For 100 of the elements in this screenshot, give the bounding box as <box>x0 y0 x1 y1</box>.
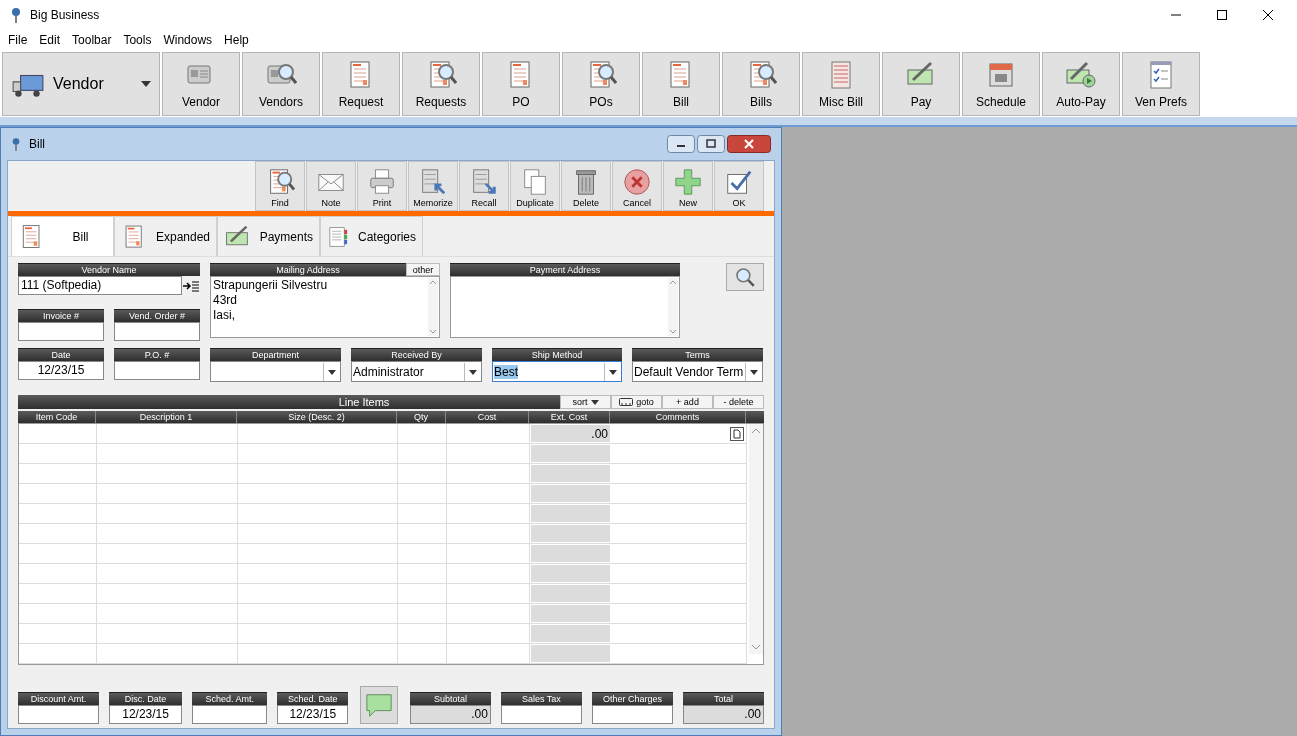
dropdown-field[interactable]: Best <box>492 361 622 382</box>
toolbar-button[interactable]: Bills <box>722 52 800 116</box>
action-button[interactable]: Cancel <box>612 161 662 211</box>
input-field[interactable]: .00 <box>409 705 491 724</box>
field-label: Mailing Address <box>210 263 406 276</box>
field-label: Ship Method <box>492 348 622 361</box>
toolbar-button[interactable]: Ven Prefs <box>1122 52 1200 116</box>
section-title: Line Items <box>337 396 391 408</box>
check-play-icon <box>1065 59 1097 91</box>
mailing-address-field[interactable]: Strapungerii Silvestru 43rd Iasi, <box>210 276 440 338</box>
input-field[interactable] <box>114 361 200 380</box>
vendor-dropdown[interactable]: Vendor <box>2 52 160 116</box>
field-label: Payment Address <box>450 263 680 276</box>
menu-item[interactable]: Help <box>224 33 249 47</box>
action-button[interactable]: OK <box>714 161 764 211</box>
input-field[interactable] <box>18 705 99 724</box>
input-field[interactable] <box>114 322 200 341</box>
action-button[interactable]: Find <box>255 161 305 211</box>
field-label: Other Charges <box>591 692 673 705</box>
field-label: Total <box>682 692 764 705</box>
toolbar-button[interactable]: PO <box>482 52 560 116</box>
action-button[interactable]: Duplicate <box>510 161 560 211</box>
dropdown-field[interactable] <box>210 361 341 382</box>
tab[interactable]: Bill <box>11 216 114 256</box>
payment-address-field[interactable] <box>450 276 680 338</box>
scrollbar-arrows-icon <box>428 278 438 336</box>
field-label: Received By <box>351 348 482 361</box>
tab[interactable]: Categories <box>320 216 423 256</box>
comment-button[interactable] <box>360 686 398 724</box>
field-label: Sales Tax <box>500 692 582 705</box>
close-icon[interactable] <box>1263 10 1273 20</box>
toolbar-button[interactable]: POs <box>562 52 640 116</box>
dropdown-field[interactable]: Administrator <box>351 361 482 382</box>
field-label: Date <box>18 348 104 361</box>
toolbar-button[interactable]: Bill <box>642 52 720 116</box>
menu-item[interactable]: Windows <box>163 33 213 47</box>
lookup-icon[interactable] <box>182 279 200 292</box>
input-field[interactable]: 12/23/15 <box>109 705 183 724</box>
minimize-icon[interactable] <box>667 135 695 153</box>
speech-bubble-icon <box>364 691 395 719</box>
input-field[interactable] <box>591 705 673 724</box>
goto-button[interactable]: goto <box>611 395 662 409</box>
field-label: Sched. Date <box>277 692 349 705</box>
caret-icon <box>141 81 151 87</box>
pin-icon <box>10 7 22 23</box>
line-item-button[interactable]: + add <box>662 395 713 409</box>
action-button[interactable]: New <box>663 161 713 211</box>
menu-item[interactable]: File <box>8 33 28 47</box>
menu-item[interactable]: Edit <box>39 33 61 47</box>
tab[interactable]: Expanded <box>114 216 217 256</box>
input-field[interactable]: 12/23/15 <box>18 361 104 380</box>
toolbar-button[interactable]: Misc Bill <box>802 52 880 116</box>
action-button[interactable]: Delete <box>561 161 611 211</box>
input-field[interactable] <box>500 705 582 724</box>
field-label: Vend. Order # <box>114 309 200 322</box>
cancel-icon <box>622 167 652 197</box>
toolbar-button[interactable]: Vendor <box>162 52 240 116</box>
menu-item[interactable]: Toolbar <box>72 33 112 47</box>
field-label: Discount Amt. <box>18 692 99 705</box>
toolbar-button[interactable]: Pay <box>882 52 960 116</box>
toolbar-button[interactable]: Auto-Pay <box>1042 52 1120 116</box>
tab[interactable]: Payments <box>217 216 320 256</box>
input-field[interactable] <box>18 322 104 341</box>
search-icon <box>733 265 757 289</box>
input-field[interactable]: .00 <box>682 705 764 724</box>
table-cell: .00 <box>530 424 611 443</box>
toolbar-button[interactable]: Schedule <box>962 52 1040 116</box>
scrollbar-arrows-icon <box>668 278 678 336</box>
window-title: Big Business <box>30 8 100 22</box>
field-label: Disc. Date <box>109 692 183 705</box>
field-label: Terms <box>632 348 763 361</box>
field-label: Subtotal <box>409 692 491 705</box>
printer-icon <box>367 167 397 197</box>
toolbar-button[interactable]: Request <box>322 52 400 116</box>
line-item-button[interactable]: - delete <box>713 395 764 409</box>
search-button[interactable] <box>726 263 764 291</box>
plus-icon <box>673 167 703 197</box>
close-icon[interactable] <box>727 135 771 153</box>
note-icon[interactable] <box>730 426 744 441</box>
toolbar-button[interactable]: Requests <box>402 52 480 116</box>
caret-icon <box>590 399 599 405</box>
action-button[interactable]: Print <box>357 161 407 211</box>
dropdown-field[interactable]: Default Vendor Term <box>632 361 763 382</box>
field-label: Invoice # <box>18 309 104 322</box>
input-field[interactable]: 12/23/15 <box>277 705 349 724</box>
menu-item[interactable]: Tools <box>123 33 152 47</box>
maximize-icon[interactable] <box>1217 10 1227 20</box>
action-button[interactable]: Note <box>306 161 356 211</box>
field-label: Department <box>210 348 341 361</box>
toolbar-button[interactable]: Vendors <box>242 52 320 116</box>
action-button[interactable]: Memorize <box>408 161 458 211</box>
sort-dropdown[interactable]: sort <box>560 395 611 409</box>
other-button[interactable]: other <box>406 263 440 276</box>
vendor-name-field[interactable]: 111 (Softpedia) <box>18 276 182 295</box>
field-label: Vendor Name <box>18 263 200 276</box>
input-field[interactable] <box>192 705 268 724</box>
field-label: P.O. # <box>114 348 200 361</box>
pin-icon <box>11 137 21 151</box>
action-button[interactable]: Recall <box>459 161 509 211</box>
field-label: Sched. Amt. <box>192 692 268 705</box>
